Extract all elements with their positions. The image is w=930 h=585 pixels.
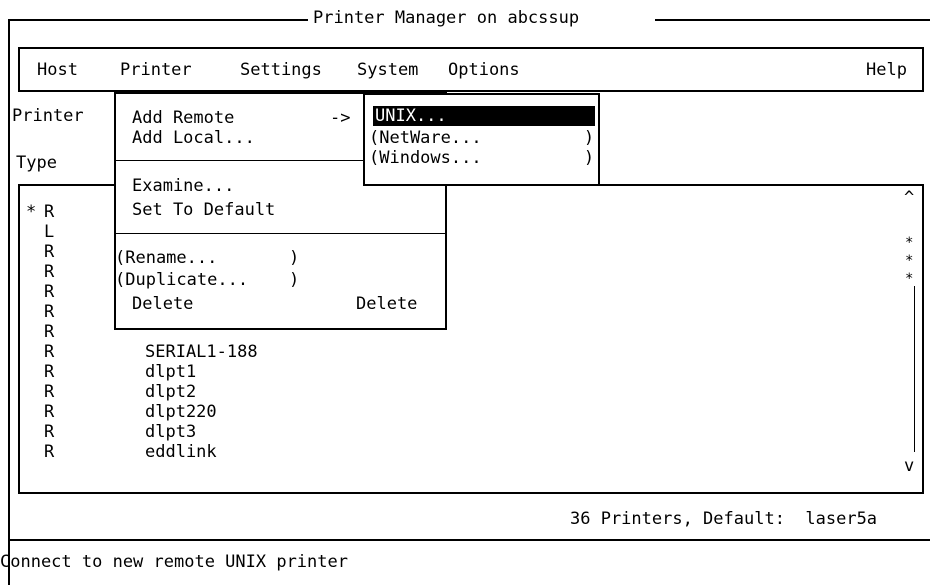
row-type[interactable]: R <box>44 422 54 442</box>
row-type[interactable]: R <box>44 282 54 302</box>
menu-item-examine[interactable]: Examine... <box>132 176 234 196</box>
screen: { "window": { "title": "Printer Manager … <box>0 0 930 585</box>
delete-shortcut: Delete <box>356 294 418 314</box>
scroll-up-arrow[interactable]: ^ <box>904 188 914 208</box>
row-type[interactable]: R <box>44 342 54 362</box>
row-name[interactable]: dlpt2 <box>145 382 196 402</box>
row-name[interactable]: eddlink <box>145 442 217 462</box>
menu-printer[interactable]: Printer <box>120 60 192 80</box>
menu-item-add-remote[interactable]: Add Remote <box>132 108 234 128</box>
window-title: Printer Manager on abcssup <box>313 8 580 28</box>
menu-host[interactable]: Host <box>37 60 78 80</box>
row-type[interactable]: R <box>44 322 54 342</box>
scroll-down-arrow[interactable]: v <box>904 456 914 476</box>
row-type[interactable]: R <box>44 442 54 462</box>
row-name[interactable]: dlpt1 <box>145 362 196 382</box>
menu-item-delete[interactable]: Delete <box>132 294 193 314</box>
menu-divider <box>116 233 445 234</box>
row-type[interactable]: R <box>44 202 54 222</box>
menu-settings[interactable]: Settings <box>240 60 322 80</box>
printer-field-label: Printer <box>12 106 84 126</box>
row-name[interactable]: dlpt3 <box>145 422 196 442</box>
menu-help[interactable]: Help <box>866 60 907 80</box>
scroll-mark: * <box>905 271 914 287</box>
frame-left <box>8 19 10 585</box>
frame-top-right <box>655 19 930 21</box>
menu-options[interactable]: Options <box>448 60 520 80</box>
status-divider <box>8 539 930 541</box>
status-summary: 36 Printers, Default: laser5a <box>570 509 878 529</box>
row-type[interactable]: R <box>44 382 54 402</box>
menu-item-duplicate: (Duplicate... ) <box>115 270 300 290</box>
scroll-mark: * <box>905 235 914 251</box>
row-type[interactable]: R <box>44 302 54 322</box>
scroll-mark: * <box>905 253 914 269</box>
submenu-arrow: -> <box>330 108 351 128</box>
row-type[interactable]: R <box>44 362 54 382</box>
row-type[interactable]: L <box>44 222 54 242</box>
row-type[interactable]: R <box>44 402 54 422</box>
submenu-item-netware: (NetWare... ) <box>369 128 595 148</box>
default-marker: * <box>26 202 37 222</box>
row-type[interactable]: R <box>44 262 54 282</box>
row-name[interactable]: dlpt220 <box>145 402 217 422</box>
row-type[interactable]: R <box>44 242 54 262</box>
help-line: Connect to new remote UNIX printer <box>0 552 348 572</box>
frame-top-left <box>8 19 308 21</box>
scroll-track[interactable] <box>914 286 915 452</box>
menu-item-rename: (Rename... ) <box>115 248 300 268</box>
menu-item-set-default[interactable]: Set To Default <box>132 200 275 220</box>
menu-system[interactable]: System <box>357 60 418 80</box>
submenu-item-unix[interactable]: UNIX... <box>375 106 447 126</box>
type-field-label: Type <box>16 153 57 173</box>
row-name[interactable]: SERIAL1-188 <box>145 342 258 362</box>
submenu-item-windows: (Windows... ) <box>369 148 595 168</box>
menu-item-add-local[interactable]: Add Local... <box>132 128 255 148</box>
